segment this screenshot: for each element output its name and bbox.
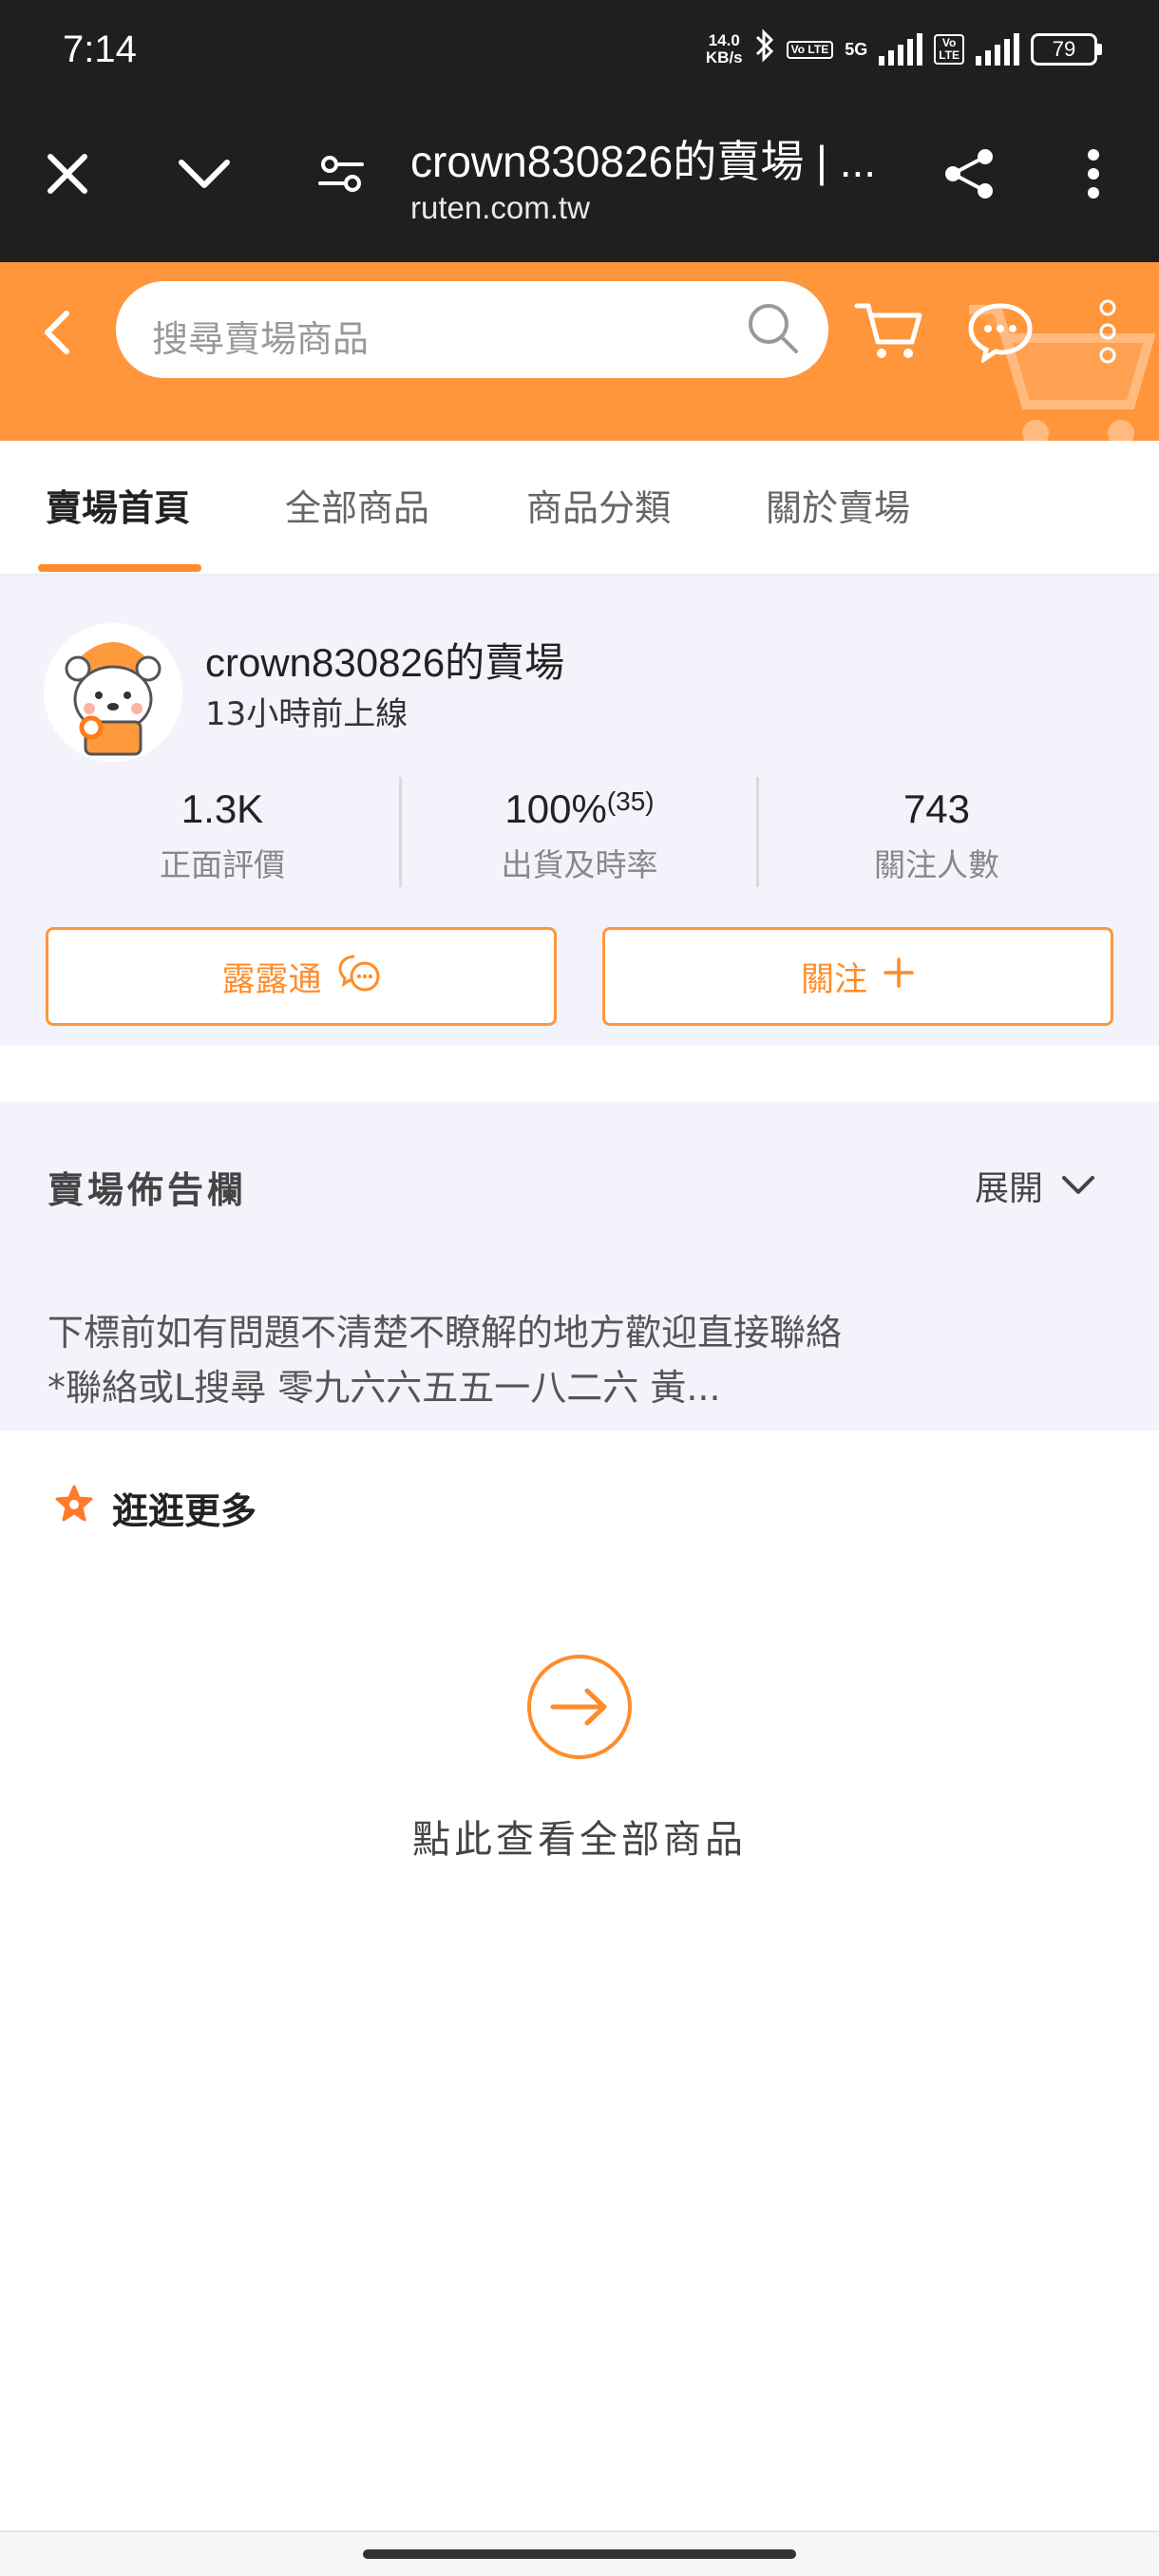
active-tab-indicator bbox=[38, 564, 201, 572]
stat-shipping-rate[interactable]: 100%(35) 出貨及時率 bbox=[401, 786, 758, 885]
network-speed: 14.0 KB/s bbox=[706, 32, 743, 66]
avatar[interactable] bbox=[44, 623, 182, 762]
page-url[interactable]: ruten.com.tw bbox=[410, 190, 590, 226]
notice-expand-button[interactable]: 展開 bbox=[975, 1161, 1096, 1210]
last-online-text: 13小時前上線 bbox=[205, 695, 408, 733]
header-more-icon[interactable] bbox=[1098, 298, 1117, 369]
volte-icon: Vo LTE bbox=[786, 40, 834, 59]
system-nav-bar bbox=[0, 2530, 1159, 2576]
stat-value: 100% bbox=[504, 786, 607, 831]
star-icon bbox=[53, 1483, 95, 1533]
network-type: 5G bbox=[845, 39, 868, 59]
store-tabs: 賣場首頁 全部商品 商品分類 關於賣場 bbox=[0, 441, 1159, 576]
stat-value: 1.3K bbox=[180, 786, 264, 831]
signal-icon bbox=[879, 33, 923, 66]
signal-icon-2 bbox=[976, 33, 1019, 66]
page-title[interactable]: crown830826的賣場 | ... bbox=[410, 127, 876, 190]
search-placeholder: 搜尋賣場商品 bbox=[152, 318, 370, 360]
stat-value: 743 bbox=[902, 786, 971, 831]
arrow-right-icon[interactable] bbox=[527, 1655, 632, 1759]
search-input[interactable]: 搜尋賣場商品 bbox=[116, 281, 828, 378]
chevron-down-icon bbox=[1060, 1166, 1096, 1205]
cart-icon[interactable] bbox=[853, 300, 923, 367]
stat-followers[interactable]: 743 關注人數 bbox=[758, 786, 1115, 885]
notice-line: *聯絡或L搜尋 零九六六五五一八二六 黃... bbox=[48, 1367, 721, 1409]
network-speed-value: 14.0 bbox=[708, 31, 740, 49]
close-icon[interactable] bbox=[34, 141, 101, 207]
notice-line: 下標前如有問題不清楚不瞭解的地方歡迎直接聯絡 bbox=[48, 1312, 843, 1354]
follow-button[interactable]: 關注 bbox=[602, 927, 1113, 1026]
volte-icon-2: Vo LTE bbox=[934, 34, 964, 65]
battery-icon: 79 bbox=[1031, 33, 1102, 66]
share-icon[interactable] bbox=[937, 141, 1003, 207]
chevron-down-icon[interactable] bbox=[171, 141, 238, 207]
store-header: 搜尋賣場商品 bbox=[0, 262, 1159, 441]
chat-button-label: 露露通 bbox=[221, 960, 322, 999]
follow-button-label: 關注 bbox=[800, 960, 867, 999]
plus-icon bbox=[883, 957, 915, 997]
browse-more-heading: 逛逛更多 bbox=[53, 1482, 256, 1534]
stat-suffix: (35) bbox=[606, 786, 655, 816]
tab-categories[interactable]: 商品分類 bbox=[526, 479, 671, 531]
clock: 7:14 bbox=[63, 28, 137, 70]
stat-label: 出貨及時率 bbox=[501, 846, 658, 883]
chat-icon[interactable] bbox=[965, 300, 1036, 367]
search-icon[interactable] bbox=[745, 300, 802, 361]
notice-title: 賣場佈告欄 bbox=[48, 1169, 248, 1211]
bluetooth-icon bbox=[754, 28, 775, 70]
tab-about-store[interactable]: 關於賣場 bbox=[766, 479, 910, 531]
store-name: crown830826的賣場 bbox=[205, 640, 565, 685]
network-speed-unit: KB/s bbox=[705, 48, 743, 66]
back-icon[interactable] bbox=[34, 304, 78, 361]
browser-toolbar: crown830826的賣場 | ... ruten.com.tw bbox=[0, 106, 1159, 262]
browse-more-title: 逛逛更多 bbox=[112, 1490, 257, 1532]
status-icons: 14.0 KB/s Vo LTE 5G Vo LTE 79 bbox=[706, 28, 1102, 70]
notice-expand-label: 展開 bbox=[975, 1169, 1044, 1208]
store-notice-board: 賣場佈告欄 展開 下標前如有問題不清楚不瞭解的地方歡迎直接聯絡 *聯絡或L搜尋 … bbox=[0, 1102, 1159, 1430]
more-vert-icon[interactable] bbox=[1060, 141, 1127, 207]
tab-store-home[interactable]: 賣場首頁 bbox=[46, 479, 190, 531]
view-all-products-label[interactable]: 點此查看全部商品 bbox=[0, 1809, 1159, 1864]
tab-all-products[interactable]: 全部商品 bbox=[285, 479, 429, 531]
stat-positive-reviews[interactable]: 1.3K 正面評價 bbox=[44, 786, 401, 885]
home-gesture-handle[interactable] bbox=[363, 2549, 796, 2559]
status-bar: 7:14 14.0 KB/s Vo LTE 5G Vo LTE 79 bbox=[0, 0, 1159, 106]
stat-label: 關注人數 bbox=[874, 846, 999, 883]
store-profile: crown830826的賣場 13小時前上線 1.3K 正面評價 100%(35… bbox=[0, 576, 1159, 1045]
battery-level: 79 bbox=[1031, 33, 1097, 66]
stat-label: 正面評價 bbox=[160, 846, 285, 883]
view-all-products[interactable]: 點此查看全部商品 bbox=[0, 1655, 1159, 1864]
chat-bubble-icon bbox=[337, 953, 381, 1001]
page-settings-icon[interactable] bbox=[308, 141, 374, 207]
chat-button[interactable]: 露露通 bbox=[46, 927, 557, 1026]
